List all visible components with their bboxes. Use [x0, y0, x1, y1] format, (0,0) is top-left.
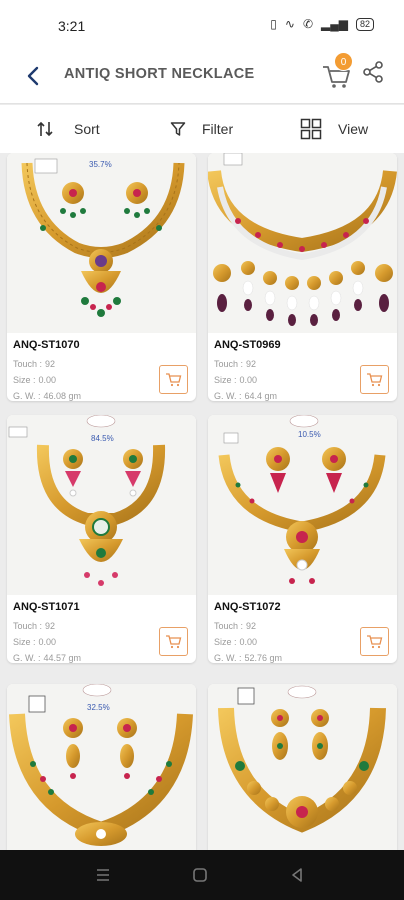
- product-image: 32.5%: [7, 684, 196, 850]
- toolbar: Sort Filter View: [0, 105, 404, 153]
- status-time: 3:21: [58, 18, 86, 34]
- size-label: Size :: [13, 637, 36, 647]
- volte-icon: ✆: [302, 17, 314, 31]
- filter-label: Filter: [202, 121, 234, 137]
- app-header: ANTIQ SHORT NECKLACE 0: [0, 52, 404, 104]
- view-button[interactable]: View: [300, 105, 368, 153]
- gw-value: 44.57 gm: [43, 653, 82, 663]
- product-sku: ANQ-ST0969: [214, 339, 281, 351]
- product-card[interactable]: [208, 684, 397, 850]
- touch-label: Touch :: [214, 621, 244, 631]
- product-card[interactable]: 35.7% ANQ-ST1070 Touch :92 Size :0.00 G.…: [7, 153, 196, 401]
- product-sku: ANQ-ST1070: [13, 339, 80, 351]
- product-sku: ANQ-ST1072: [214, 601, 281, 613]
- vibrate-icon: ▯: [270, 17, 277, 31]
- system-nav-bar: [0, 850, 404, 900]
- gw-value: 46.08 gm: [43, 391, 82, 401]
- product-card[interactable]: ANQ-ST0969 Touch :92 Size :0.00 G. W. :6…: [208, 153, 397, 401]
- cart-icon: [166, 373, 182, 387]
- grid-view-icon: [300, 118, 322, 140]
- gw-label: G. W. :: [214, 391, 242, 401]
- gw-value: 64.4 gm: [244, 391, 278, 401]
- size-value: 0.00: [239, 637, 258, 647]
- add-to-cart-button[interactable]: [159, 627, 188, 656]
- touch-value: 92: [45, 359, 56, 369]
- product-grid: 35.7% ANQ-ST1070 Touch :92 Size :0.00 G.…: [0, 153, 404, 850]
- size-value: 0.00: [239, 375, 258, 385]
- touch-value: 92: [246, 621, 257, 631]
- add-to-cart-button[interactable]: [360, 627, 389, 656]
- add-to-cart-button[interactable]: [360, 365, 389, 394]
- cart-icon: [367, 373, 383, 387]
- product-image: [208, 684, 397, 850]
- signal-icon: ▂▄▆: [321, 17, 348, 31]
- page-title: ANTIQ SHORT NECKLACE: [64, 66, 255, 82]
- sort-label: Sort: [74, 121, 100, 137]
- touch-value: 92: [45, 621, 56, 631]
- status-bar: 3:21 ▯ ∿ ✆ ▂▄▆ 82: [0, 0, 404, 52]
- share-icon[interactable]: [361, 60, 385, 84]
- cart-icon: [367, 635, 383, 649]
- product-image: 84.5%: [7, 415, 196, 595]
- product-card[interactable]: 32.5%: [7, 684, 196, 850]
- product-tag-text: 10.5%: [298, 430, 321, 439]
- cart-icon: [166, 635, 182, 649]
- product-tag-text: 32.5%: [87, 703, 110, 712]
- home-icon[interactable]: [192, 867, 208, 883]
- filter-button[interactable]: Filter: [170, 105, 233, 153]
- product-card[interactable]: 84.5% ANQ-ST1071 Touch :92 Size :0.00 G.…: [7, 415, 196, 663]
- back-arrow-icon[interactable]: [22, 64, 46, 88]
- cart-count-badge: 0: [334, 52, 353, 71]
- sort-icon: [37, 121, 53, 137]
- size-label: Size :: [214, 637, 237, 647]
- product-sku: ANQ-ST1071: [13, 601, 80, 613]
- wifi-icon: ∿: [284, 17, 295, 31]
- recent-apps-icon[interactable]: [95, 867, 111, 883]
- add-to-cart-button[interactable]: [159, 365, 188, 394]
- product-card[interactable]: 10.5% ANQ-ST1072 Touch :92 Size :0.00 G.…: [208, 415, 397, 663]
- size-value: 0.00: [38, 375, 57, 385]
- gw-value: 52.76 gm: [244, 653, 283, 663]
- gw-label: G. W. :: [13, 653, 41, 663]
- product-image: [208, 153, 397, 333]
- battery-indicator: 82: [355, 17, 374, 31]
- size-value: 0.00: [38, 637, 57, 647]
- back-nav-icon[interactable]: [289, 867, 305, 883]
- view-label: View: [338, 121, 369, 137]
- status-icons: ▯ ∿ ✆ ▂▄▆ 82: [270, 17, 374, 31]
- gw-label: G. W. :: [214, 653, 242, 663]
- product-tag-text: 35.7%: [89, 160, 112, 169]
- size-label: Size :: [13, 375, 36, 385]
- product-image: 35.7%: [7, 153, 196, 333]
- touch-label: Touch :: [13, 359, 43, 369]
- product-image: 10.5%: [208, 415, 397, 595]
- product-tag-text: 84.5%: [91, 434, 114, 443]
- touch-value: 92: [246, 359, 257, 369]
- size-label: Size :: [214, 375, 237, 385]
- touch-label: Touch :: [214, 359, 244, 369]
- filter-icon: [170, 122, 186, 136]
- sort-button[interactable]: Sort: [36, 105, 100, 153]
- gw-label: G. W. :: [13, 391, 41, 401]
- touch-label: Touch :: [13, 621, 43, 631]
